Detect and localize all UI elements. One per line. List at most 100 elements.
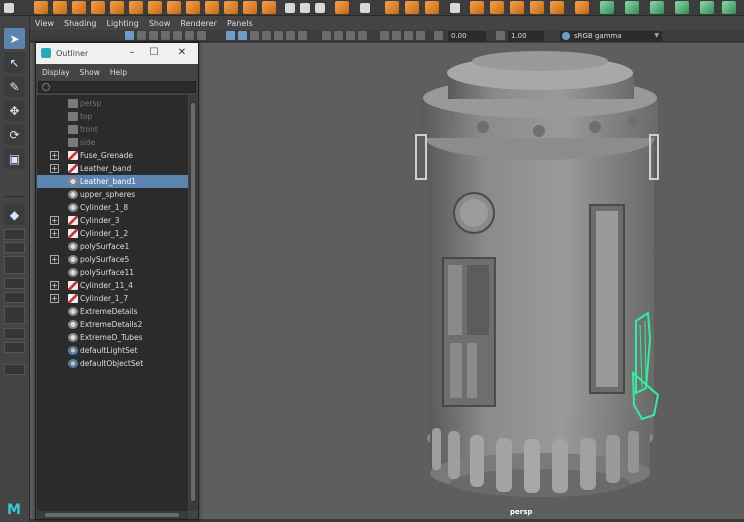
outliner-item[interactable]: defaultObjectSet	[37, 357, 188, 370]
cone-icon[interactable]	[91, 1, 105, 14]
menu-lighting[interactable]: Lighting	[106, 19, 138, 28]
bridge-icon[interactable]	[575, 1, 589, 14]
outliner-menu-help[interactable]: Help	[110, 68, 127, 77]
expand-icon[interactable]: +	[50, 151, 59, 160]
ambient-occlusion-icon[interactable]	[322, 31, 331, 40]
outliner-item[interactable]: + Cylinder_3	[37, 214, 188, 227]
outliner-item[interactable]: Cylinder_1_8	[37, 201, 188, 214]
outliner-menu-display[interactable]: Display	[42, 68, 70, 77]
outliner-item[interactable]: persp	[37, 97, 188, 110]
outliner-item[interactable]: + Cylinder_1_7	[37, 292, 188, 305]
mirror-icon[interactable]	[450, 3, 460, 13]
expand-icon[interactable]: +	[50, 164, 59, 173]
bevel-icon[interactable]	[530, 1, 544, 14]
plane-icon[interactable]	[129, 1, 143, 14]
scrollbar-thumb[interactable]	[191, 103, 195, 501]
helix-icon[interactable]	[243, 1, 257, 14]
xray-components-icon[interactable]	[416, 31, 425, 40]
outliner-item[interactable]: defaultLightSet	[37, 344, 188, 357]
outliner-item[interactable]: top	[37, 110, 188, 123]
color-space-dropdown[interactable]: sRGB gamma ▼	[560, 31, 662, 41]
xray-icon[interactable]	[392, 31, 401, 40]
outliner-item[interactable]: front	[37, 123, 188, 136]
film-gate-icon[interactable]	[137, 31, 146, 40]
uv-sew-icon[interactable]	[722, 1, 736, 14]
extract-icon[interactable]	[385, 1, 399, 14]
smooth-shade-icon[interactable]	[238, 31, 247, 40]
super-ellipse-icon[interactable]	[300, 3, 310, 13]
separate-icon[interactable]	[360, 3, 370, 13]
field-chart-icon[interactable]	[173, 31, 182, 40]
outliner-item[interactable]: ExtremeDetails	[37, 305, 188, 318]
exposure-field[interactable]: 0.00	[448, 31, 486, 41]
uv-planar-icon[interactable]	[600, 1, 614, 14]
maximize-icon[interactable]: ☐	[148, 47, 160, 59]
gate-mask-icon[interactable]	[161, 31, 170, 40]
expand-icon[interactable]: +	[50, 216, 59, 225]
disc-icon[interactable]	[148, 1, 162, 14]
scale-tool-icon[interactable]: ▣	[4, 148, 25, 169]
soccer-ball-icon[interactable]	[285, 3, 295, 13]
prism-icon[interactable]	[205, 1, 219, 14]
uv-layout-icon[interactable]	[4, 328, 25, 339]
expand-icon[interactable]: +	[50, 281, 59, 290]
safe-action-icon[interactable]	[185, 31, 194, 40]
paint-select-icon[interactable]: ✎	[4, 76, 25, 97]
cube-icon[interactable]	[53, 1, 67, 14]
outliner-horizontal-scrollbar[interactable]	[37, 511, 188, 519]
anti-aliasing-icon[interactable]	[346, 31, 355, 40]
expand-icon[interactable]: +	[50, 255, 59, 264]
svg-icon[interactable]	[315, 3, 325, 13]
expand-icon[interactable]: +	[50, 229, 59, 238]
layout-menu-icon[interactable]	[4, 364, 25, 375]
resolution-gate-icon[interactable]	[149, 31, 158, 40]
boolean-icon[interactable]	[425, 1, 439, 14]
use-lights-icon[interactable]	[286, 31, 295, 40]
outliner-item[interactable]: ExtremeD_Tubes	[37, 331, 188, 344]
outliner-item[interactable]: side	[37, 136, 188, 149]
menu-view[interactable]: View	[35, 19, 54, 28]
close-icon[interactable]: ✕	[176, 47, 188, 59]
outliner-item[interactable]: polySurface1	[37, 240, 188, 253]
textured-icon[interactable]	[274, 31, 283, 40]
torus-icon[interactable]	[110, 1, 124, 14]
xray-joints-icon[interactable]	[404, 31, 413, 40]
motion-blur-icon[interactable]	[334, 31, 343, 40]
gamma-field[interactable]: 1.00	[508, 31, 544, 41]
wire-on-shaded-icon[interactable]	[262, 31, 271, 40]
default-material-icon[interactable]	[250, 31, 259, 40]
platonic-icon[interactable]	[167, 1, 181, 14]
exposure-icon[interactable]	[434, 31, 443, 40]
outliner-item[interactable]: upper_spheres	[37, 188, 188, 201]
lasso-tool-icon[interactable]: ↖	[4, 52, 25, 73]
four-view-icon[interactable]	[4, 229, 25, 240]
expand-icon[interactable]: +	[50, 294, 59, 303]
menu-renderer[interactable]: Renderer	[180, 19, 217, 28]
fill-hole-icon[interactable]	[470, 1, 484, 14]
single-view-icon[interactable]: ◆	[4, 204, 25, 225]
extrude-icon[interactable]	[550, 1, 564, 14]
gear-icon[interactable]	[262, 1, 276, 14]
settings-icon[interactable]	[4, 3, 14, 13]
shadows-icon[interactable]	[298, 31, 307, 40]
rotate-tool-icon[interactable]: ⟳	[4, 124, 25, 145]
outliner-search-input[interactable]	[38, 81, 196, 93]
gamma-icon[interactable]	[496, 31, 505, 40]
wireframe-icon[interactable]	[226, 31, 235, 40]
uv-cut-icon[interactable]	[700, 1, 714, 14]
uv-auto-icon[interactable]	[625, 1, 639, 14]
grid-icon[interactable]	[125, 31, 134, 40]
cylinder-icon[interactable]	[72, 1, 86, 14]
safe-title-icon[interactable]	[197, 31, 206, 40]
hypershade-layout-icon[interactable]	[4, 342, 25, 353]
persp-outliner-icon[interactable]	[4, 278, 25, 289]
reduce-icon[interactable]	[490, 1, 504, 14]
outliner-titlebar[interactable]: Outliner – ☐ ✕	[36, 43, 198, 64]
outliner-vertical-scrollbar[interactable]	[189, 95, 197, 511]
outliner-menu-show[interactable]: Show	[80, 68, 100, 77]
sphere-icon[interactable]	[34, 1, 48, 14]
menu-show[interactable]: Show	[149, 19, 171, 28]
minimize-icon[interactable]: –	[126, 47, 138, 59]
smooth-icon[interactable]	[405, 1, 419, 14]
two-view-icon[interactable]	[4, 242, 25, 253]
